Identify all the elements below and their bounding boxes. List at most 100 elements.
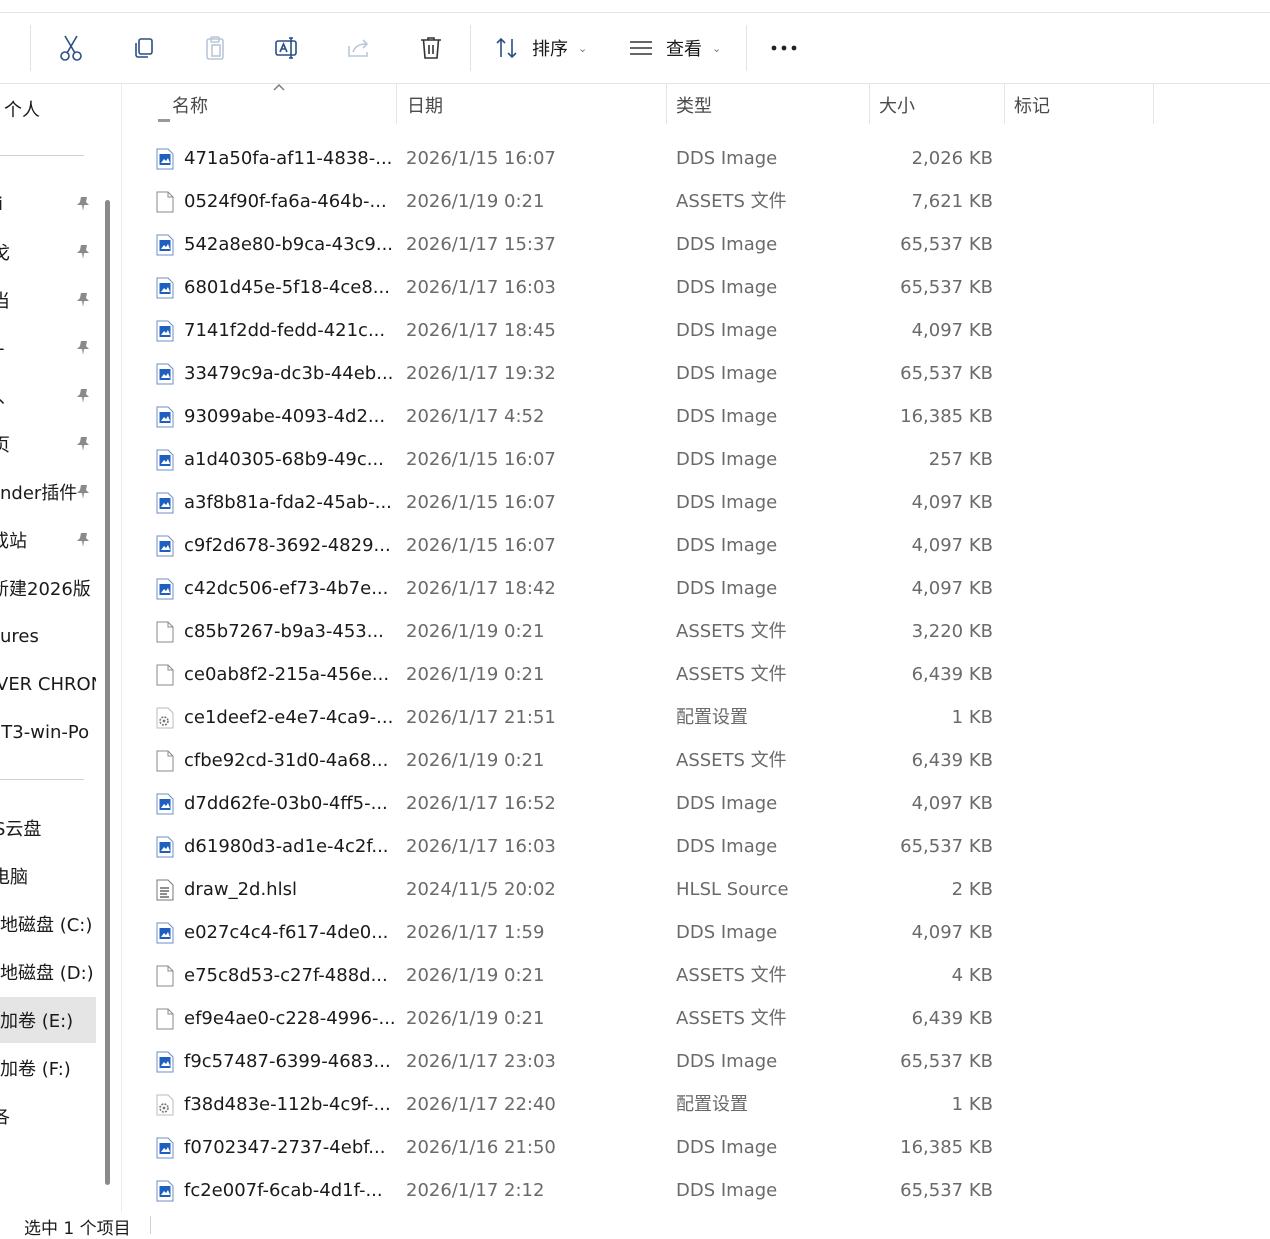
file-type: ASSETS 文件	[676, 750, 787, 771]
file-row[interactable]: 33479c9a-dc3b-44eb... 2026/1/17 19:32 DDS …	[122, 352, 1270, 395]
file-row[interactable]: c42dc506-ef73-4b7e... 2026/1/17 18:42 DDS …	[122, 567, 1270, 610]
paste-button[interactable]	[198, 31, 232, 65]
file-type: DDS Image	[676, 449, 778, 470]
file-size: 4 KB	[951, 965, 993, 986]
nav-item-network[interactable]: 各	[0, 1093, 96, 1139]
file-row[interactable]: 0524f90f-fa6a-464b-... 2026/1/19 0:21 ASSE…	[122, 180, 1270, 223]
file-row[interactable]: a1d40305-68b9-49c... 2026/1/15 16:07 DDS I…	[122, 438, 1270, 481]
file-type: DDS Image	[676, 320, 778, 341]
copy-button[interactable]	[126, 31, 160, 65]
file-row[interactable]: 6801d45e-5f18-4ce8... 2026/1/17 16:03 DDS …	[122, 266, 1270, 309]
file-name: 471a50fa-af11-4838-...	[184, 148, 393, 169]
column-header-tags[interactable]: 标记	[1014, 84, 1050, 126]
nav-item-pinned[interactable]: 当	[0, 277, 96, 323]
nav-item-pinned[interactable]: -	[0, 325, 96, 371]
share-icon	[348, 39, 369, 57]
toolbar-separator	[746, 25, 747, 71]
file-date: 2026/1/17 21:51	[406, 707, 556, 728]
config-file-icon	[156, 707, 174, 729]
config-file-icon	[156, 1094, 174, 1116]
file-date: 2024/11/5 20:02	[406, 879, 556, 900]
column-header-name[interactable]: 名称	[172, 84, 208, 126]
file-row[interactable]: e75c8d53-c27f-488d... 2026/1/19 0:21 ASSET…	[122, 954, 1270, 997]
more-options-button[interactable]	[767, 31, 801, 65]
nav-item-pinned[interactable]: i	[0, 181, 96, 227]
nav-item-pinned[interactable]: 页	[0, 421, 96, 467]
file-name: 542a8e80-b9ca-43c9...	[184, 234, 394, 255]
delete-button[interactable]	[414, 31, 448, 65]
selection-count: 选中 1 个项目	[24, 1219, 131, 1239]
file-row[interactable]: f9c57487-6399-4683... 2026/1/17 23:03 DDS …	[122, 1040, 1270, 1083]
column-separator[interactable]	[396, 84, 397, 124]
view-button[interactable]: 查看 ⌄	[628, 31, 721, 65]
sidebar-scrollbar[interactable]	[105, 200, 110, 1185]
column-header-date[interactable]: 日期	[407, 84, 443, 126]
column-separator[interactable]	[869, 84, 870, 124]
nav-item-folder[interactable]: ures	[0, 613, 96, 659]
share-button[interactable]	[342, 31, 376, 65]
nav-item-this-pc[interactable]: 电脑	[0, 853, 96, 899]
nav-item-cloud-drive[interactable]: S云盘	[0, 805, 96, 851]
rename-button[interactable]	[270, 31, 304, 65]
image-file-icon	[156, 449, 174, 471]
nav-item-personal[interactable]: 个人	[0, 86, 96, 132]
file-date: 2026/1/17 16:03	[406, 277, 556, 298]
file-row[interactable]: c85b7267-b9a3-453... 2026/1/19 0:21 ASSETS…	[122, 610, 1270, 653]
nav-item-drive-e[interactable]: 加卷 (E:)	[0, 997, 96, 1043]
nav-item-pinned[interactable]: nder插件	[0, 469, 96, 515]
file-row[interactable]: f38d483e-112b-4c9f-... 2026/1/17 22:40 配置设…	[122, 1083, 1270, 1126]
nav-item-folder[interactable]: 新建2026版	[0, 565, 96, 611]
nav-item-pinned[interactable]: 或站	[0, 517, 96, 563]
file-row[interactable]: ce1deef2-e4e7-4ca9-... 2026/1/17 21:51 配置设…	[122, 696, 1270, 739]
file-row[interactable]: f0702347-2737-4ebf... 2026/1/16 21:50 DDS …	[122, 1126, 1270, 1169]
file-name: a3f8b81a-fda2-45ab-...	[184, 492, 392, 513]
file-size: 16,385 KB	[900, 406, 993, 427]
file-size: 65,537 KB	[900, 277, 993, 298]
column-header-type[interactable]: 类型	[676, 84, 712, 126]
file-row[interactable]: d7dd62fe-03b0-4ff5-... 2026/1/17 16:52 DDS…	[122, 782, 1270, 825]
file-row[interactable]: ce0ab8f2-215a-456e... 2026/1/19 0:21 ASSET…	[122, 653, 1270, 696]
sort-button[interactable]: 排序 ⌄	[494, 31, 587, 65]
file-type: DDS Image	[676, 535, 778, 556]
cut-button[interactable]	[54, 31, 88, 65]
file-row[interactable]: fc2e007f-6cab-4d1f-... 2026/1/17 2:12 DDS …	[122, 1169, 1270, 1212]
file-row[interactable]: a3f8b81a-fda2-45ab-... 2026/1/15 16:07 DDS…	[122, 481, 1270, 524]
file-row[interactable]: 7141f2dd-fedd-421c... 2026/1/17 18:45 DDS …	[122, 309, 1270, 352]
file-row[interactable]: ef9e4ae0-c228-4996-... 2026/1/19 0:21 ASSE…	[122, 997, 1270, 1040]
file-row[interactable]: 93099abe-4093-4d2... 2026/1/17 4:52 DDS Im…	[122, 395, 1270, 438]
nav-item-drive-f[interactable]: 加卷 (F:)	[0, 1045, 96, 1091]
file-type: DDS Image	[676, 492, 778, 513]
file-date: 2026/1/17 19:32	[406, 363, 556, 384]
file-size: 2 KB	[951, 879, 993, 900]
blank-file-icon	[156, 750, 174, 772]
file-date: 2026/1/17 2:12	[406, 1180, 545, 1201]
file-row[interactable]: c9f2d678-3692-4829... 2026/1/15 16:07 DDS …	[122, 524, 1270, 567]
image-file-icon	[156, 836, 174, 858]
file-type: DDS Image	[676, 1180, 778, 1201]
file-date: 2026/1/17 18:42	[406, 578, 556, 599]
status-bar: 选中 1 个项目	[0, 1212, 1270, 1239]
nav-item-drive-d[interactable]: 地磁盘 (D:)	[0, 949, 96, 995]
nav-item-pinned[interactable]: 、	[0, 373, 96, 419]
file-type: DDS Image	[676, 277, 778, 298]
file-type: DDS Image	[676, 234, 778, 255]
clipboard-icon	[206, 36, 224, 60]
column-separator[interactable]	[666, 84, 667, 124]
file-size: 4,097 KB	[911, 320, 993, 341]
file-list: 471a50fa-af11-4838-... 2026/1/15 16:07 DDS…	[122, 137, 1270, 1212]
toolbar-separator	[470, 25, 471, 71]
file-row[interactable]: 542a8e80-b9ca-43c9... 2026/1/17 15:37 DDS …	[122, 223, 1270, 266]
file-row[interactable]: draw_2d.hlsl 2024/11/5 20:02 HLSL Source 2 …	[122, 868, 1270, 911]
file-row[interactable]: cfbe92cd-31d0-4a68... 2026/1/19 0:21 ASSET…	[122, 739, 1270, 782]
file-row[interactable]: e027c4c4-f617-4de0... 2026/1/17 1:59 DDS I…	[122, 911, 1270, 954]
nav-item-folder[interactable]: VER CHRON	[0, 661, 96, 707]
column-separator[interactable]	[1153, 84, 1154, 124]
file-size: 65,537 KB	[900, 1180, 993, 1201]
nav-item-pinned[interactable]: 戈	[0, 229, 96, 275]
column-separator[interactable]	[1004, 84, 1005, 124]
file-row[interactable]: d61980d3-ad1e-4c2f... 2026/1/17 16:03 DDS …	[122, 825, 1270, 868]
column-header-size[interactable]: 大小	[879, 84, 915, 126]
nav-item-drive-c[interactable]: 地磁盘 (C:)	[0, 901, 96, 947]
nav-item-folder[interactable]: IT3-win-Po	[0, 709, 96, 755]
file-row[interactable]: 471a50fa-af11-4838-... 2026/1/15 16:07 DDS…	[122, 137, 1270, 180]
